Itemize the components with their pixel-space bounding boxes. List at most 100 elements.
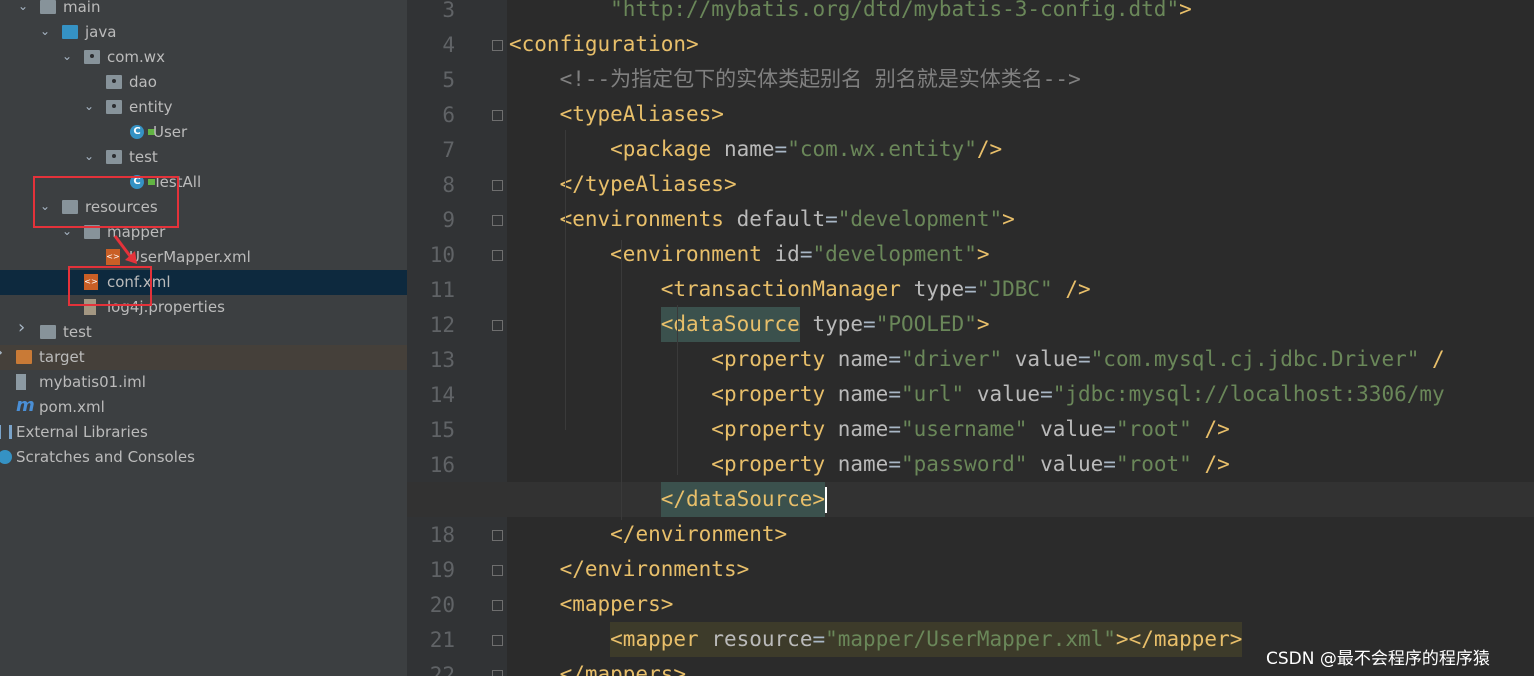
- tree-item-java[interactable]: ⌄ java: [0, 20, 407, 45]
- code-token: />: [1191, 417, 1230, 441]
- maven-icon: m: [16, 395, 35, 416]
- code-line[interactable]: <environment id="development">: [407, 237, 1534, 272]
- code-token: type: [812, 312, 864, 336]
- tree-item-test[interactable]: ⌄ test: [0, 145, 407, 170]
- package-icon: [106, 75, 122, 89]
- tree-item-main[interactable]: ⌄ main: [0, 0, 407, 20]
- code-token: </dataSource>: [660, 482, 826, 517]
- tree-item-entity[interactable]: ⌄ entity: [0, 95, 407, 120]
- chevron-down-icon[interactable]: ⌄: [84, 100, 96, 112]
- code-token: "http://mybatis.org/dtd/mybatis-3-config…: [610, 0, 1180, 21]
- tree-item-com-wx[interactable]: ⌄ com.wx: [0, 45, 407, 70]
- tree-item-external-libraries[interactable]: External Libraries: [0, 420, 407, 445]
- tree-item-mybatis01-iml[interactable]: mybatis01.iml: [0, 370, 407, 395]
- code-token: value: [1040, 452, 1104, 476]
- code-token: <dataSource: [660, 307, 800, 342]
- code-line[interactable]: <package name="com.wx.entity"/>: [407, 132, 1534, 167]
- code-token: </environment>: [610, 522, 788, 546]
- code-line[interactable]: <configuration>: [407, 27, 1534, 62]
- class-icon: C: [130, 125, 155, 139]
- chevron-down-icon[interactable]: ⌄: [84, 150, 96, 162]
- code-line[interactable]: </environments>: [407, 552, 1534, 587]
- code-token: "url": [900, 382, 965, 406]
- code-token: "mapper/UserMapper.xml": [825, 622, 1116, 657]
- code-line[interactable]: <property name="url" value="jdbc:mysql:/…: [407, 377, 1534, 412]
- tree-item-target[interactable]: › target: [0, 344, 407, 370]
- code-token: "development": [812, 242, 977, 266]
- tree-item-label: com.wx: [107, 48, 165, 66]
- code-token: =: [888, 382, 901, 406]
- code-line[interactable]: "http://mybatis.org/dtd/mybatis-3-config…: [407, 0, 1534, 27]
- chevron-down-icon[interactable]: ⌄: [18, 0, 30, 12]
- indent-guide: [565, 130, 566, 430]
- chevron-right-icon[interactable]: ›: [18, 319, 30, 337]
- chevron-down-icon[interactable]: ⌄: [40, 25, 52, 37]
- tree-item-label: java: [85, 23, 117, 41]
- code-token: >: [976, 242, 990, 266]
- tree-item-user[interactable]: C User: [0, 120, 407, 145]
- code-token: name: [723, 137, 775, 161]
- chevron-down-icon[interactable]: ⌄: [62, 50, 74, 62]
- annotation-arrow: [113, 235, 137, 264]
- code-token: value: [976, 382, 1041, 406]
- tree-item-conf-xml[interactable]: <> conf.xml: [0, 270, 407, 295]
- tree-item-pom-xml[interactable]: m pom.xml: [0, 395, 407, 420]
- tree-item-usermapper-xml[interactable]: <> UserMapper.xml: [0, 245, 407, 270]
- code-token: <property: [711, 452, 838, 476]
- tree-item-log4j-properties[interactable]: log4j.properties: [0, 295, 407, 320]
- scratches-icon: [0, 450, 12, 464]
- tree-item-dao[interactable]: dao: [0, 70, 407, 95]
- code-line[interactable]: <typeAliases>: [407, 97, 1534, 132]
- code-line[interactable]: <mappers>: [407, 587, 1534, 622]
- tree-item-label: mybatis01.iml: [39, 373, 146, 391]
- code-token: <environments: [559, 207, 737, 231]
- tree-item-test[interactable]: › test: [0, 319, 407, 345]
- indent-guide: [621, 240, 622, 520]
- code-line[interactable]: <!--为指定包下的实体类起别名 别名就是实体类名-->: [407, 62, 1534, 97]
- code-token: <mapper: [610, 622, 712, 657]
- package-icon: [106, 100, 122, 114]
- code-token: =: [964, 277, 977, 301]
- code-token: >: [1179, 0, 1192, 21]
- code-token: type: [913, 277, 965, 301]
- code-line[interactable]: <property name="driver" value="com.mysql…: [407, 342, 1534, 377]
- tree-item-scratches-and-consoles[interactable]: Scratches and Consoles: [0, 445, 407, 470]
- code-token: resource: [711, 622, 813, 657]
- chevron-right-icon[interactable]: ›: [0, 344, 8, 362]
- tree-item-label: External Libraries: [16, 423, 148, 441]
- code-token: />: [976, 137, 1003, 161]
- code-line[interactable]: <property name="username" value="root" /…: [407, 412, 1534, 447]
- code-line[interactable]: <environments default="development">: [407, 202, 1534, 237]
- tree-item-label: pom.xml: [39, 398, 105, 416]
- code-line[interactable]: </typeAliases>: [407, 167, 1534, 202]
- code-token: <property: [711, 382, 838, 406]
- code-token: </mappers>: [559, 662, 687, 676]
- code-line[interactable]: <transactionManager type="JDBC" />: [407, 272, 1534, 307]
- code-token: />: [1191, 452, 1230, 476]
- package-icon: [106, 150, 122, 164]
- tree-item-label: test: [129, 148, 158, 166]
- code-line[interactable]: </dataSource>: [407, 482, 1534, 517]
- code-line[interactable]: <property name="password" value="root" /…: [407, 447, 1534, 482]
- code-token: name: [837, 417, 889, 441]
- code-token: "root": [1115, 417, 1192, 441]
- code-editor[interactable]: 345678910111213141516171819202122 "http:…: [407, 0, 1534, 676]
- tree-item-label: entity: [129, 98, 173, 116]
- code-token: "JDBC": [976, 277, 1053, 301]
- code-token: =: [1078, 347, 1091, 371]
- code-line[interactable]: <dataSource type="POOLED">: [407, 307, 1534, 342]
- code-line[interactable]: </environment>: [407, 517, 1534, 552]
- code-token: =: [1103, 452, 1116, 476]
- code-token: =: [1103, 417, 1116, 441]
